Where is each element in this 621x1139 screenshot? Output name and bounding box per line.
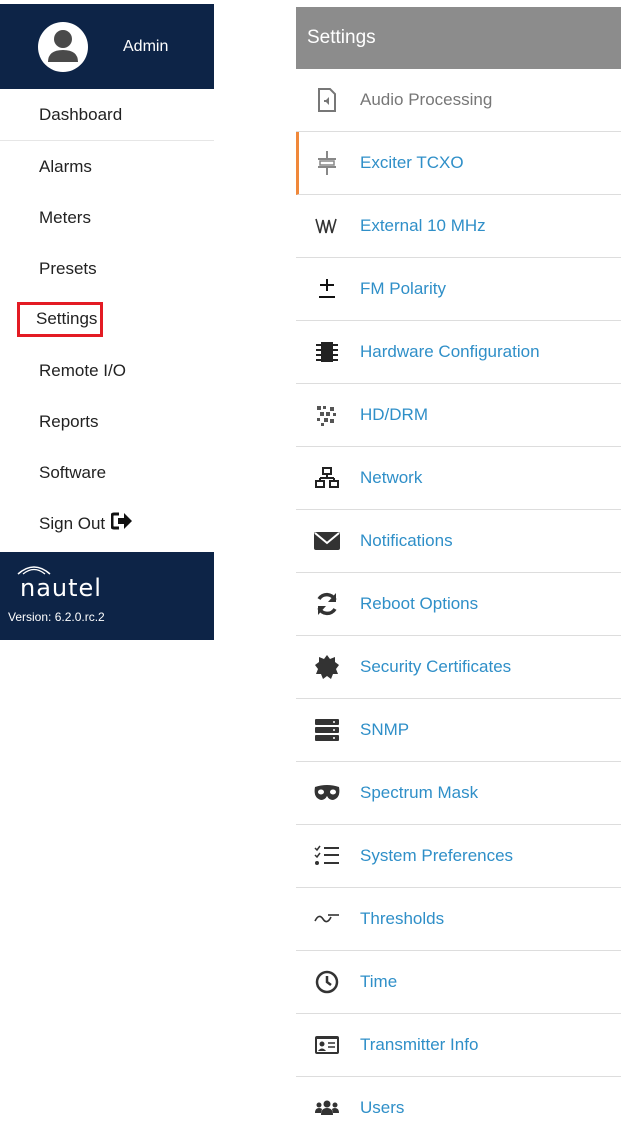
avatar[interactable] [38, 21, 88, 72]
settings-item-audio-processing[interactable]: Audio Processing [296, 69, 621, 132]
settings-item-network[interactable]: Network [296, 447, 621, 510]
certificate-icon [312, 652, 342, 682]
sidebar-item-dashboard[interactable]: Dashboard [0, 90, 214, 141]
sidebar-item-software[interactable]: Software [0, 447, 214, 498]
settings-item-label: Network [360, 468, 423, 487]
settings-item-transmitter-info[interactable]: Transmitter Info [296, 1014, 621, 1077]
settings-item-fm-polarity[interactable]: FM Polarity [296, 258, 621, 321]
settings-item-label: Security Certificates [360, 657, 512, 676]
settings-header: Settings [296, 7, 621, 69]
sign-out-icon [110, 512, 133, 535]
sidebar-item-label: Meters [39, 207, 91, 227]
user-icon [48, 29, 78, 62]
settings-item-external-10mhz[interactable]: External 10 MHz [296, 195, 621, 258]
settings-item-label: Transmitter Info [360, 1035, 479, 1054]
waveform-icon [312, 211, 342, 241]
settings-item-notifications[interactable]: Notifications [296, 510, 621, 573]
settings-item-label: System Preferences [360, 846, 514, 865]
threshold-icon [312, 904, 342, 934]
settings-item-snmp[interactable]: SNMP [296, 699, 621, 762]
settings-item-reboot-options[interactable]: Reboot Options [296, 573, 621, 636]
brand-panel: nautel Version: 6.2.0.rc.2 [0, 552, 214, 640]
settings-item-label: Exciter TCXO [360, 153, 464, 172]
sidebar-item-label: Software [39, 462, 107, 482]
settings-item-label: External 10 MHz [360, 216, 486, 235]
sidebar-item-alarms[interactable]: Alarms [0, 141, 214, 192]
mask-icon [312, 778, 342, 808]
pixels-icon [312, 400, 342, 430]
settings-menu: Audio Processing Exciter TCXO External 1… [296, 69, 621, 1139]
sidebar-item-settings[interactable]: Settings [0, 294, 214, 345]
settings-item-label: FM Polarity [360, 279, 446, 298]
server-icon [312, 715, 342, 745]
sidebar-item-presets[interactable]: Presets [0, 243, 214, 294]
refresh-icon [312, 589, 342, 619]
checklist-icon [312, 841, 342, 871]
crystal-icon [312, 148, 342, 178]
sidebar-item-remote-io[interactable]: Remote I/O [0, 345, 214, 396]
settings-item-time[interactable]: Time [296, 951, 621, 1014]
settings-item-hardware-configuration[interactable]: Hardware Configuration [296, 321, 621, 384]
envelope-icon [312, 526, 342, 556]
settings-item-label: Spectrum Mask [360, 783, 479, 802]
settings-item-users[interactable]: Users [296, 1077, 621, 1139]
sidebar-item-label: Reports [39, 411, 99, 431]
brand-logo: nautel [20, 574, 102, 602]
chip-icon [312, 337, 342, 367]
settings-item-label: Reboot Options [360, 594, 479, 613]
version-label: Version: 6.2.0.rc.2 [8, 610, 105, 624]
settings-item-hd-drm[interactable]: HD/DRM [296, 384, 621, 447]
settings-item-label: Thresholds [360, 909, 445, 928]
settings-item-label: SNMP [360, 720, 410, 739]
settings-item-spectrum-mask[interactable]: Spectrum Mask [296, 762, 621, 825]
audio-file-icon [312, 85, 342, 115]
sidebar-item-label: Settings [16, 302, 104, 337]
sidebar-nav: Dashboard Alarms Meters Presets Settings… [0, 90, 214, 549]
settings-item-label: Hardware Configuration [360, 342, 540, 361]
panel-title: Settings [307, 27, 376, 48]
network-icon [312, 463, 342, 493]
sidebar-item-reports[interactable]: Reports [0, 396, 214, 447]
settings-item-label: HD/DRM [360, 405, 428, 424]
id-card-icon [312, 1030, 342, 1060]
sidebar-item-label: Presets [39, 258, 97, 278]
sidebar: Admin Dashboard Alarms Meters Presets Se… [0, 4, 214, 640]
user-panel: Admin [0, 4, 214, 89]
settings-item-label: Audio Processing [360, 90, 493, 109]
plus-minus-icon [312, 274, 342, 304]
sidebar-item-label: Alarms [39, 156, 92, 176]
settings-item-thresholds[interactable]: Thresholds [296, 888, 621, 951]
settings-item-label: Users [360, 1098, 405, 1117]
settings-item-security-certificates[interactable]: Security Certificates [296, 636, 621, 699]
clock-icon [312, 967, 342, 997]
settings-panel: Settings Audio Processing Exciter TCXO E… [296, 7, 621, 1139]
sign-out-button[interactable]: Sign Out [0, 498, 214, 549]
user-name: Admin [123, 37, 169, 55]
sidebar-item-label: Remote I/O [39, 360, 126, 380]
settings-item-exciter-tcxo[interactable]: Exciter TCXO [296, 132, 621, 195]
settings-item-label: Notifications [360, 531, 453, 550]
sidebar-item-label: Sign Out [39, 513, 106, 533]
settings-item-label: Time [360, 972, 398, 991]
sidebar-item-meters[interactable]: Meters [0, 192, 214, 243]
sidebar-item-label: Dashboard [39, 105, 123, 124]
settings-item-system-preferences[interactable]: System Preferences [296, 825, 621, 888]
users-icon [312, 1093, 342, 1123]
